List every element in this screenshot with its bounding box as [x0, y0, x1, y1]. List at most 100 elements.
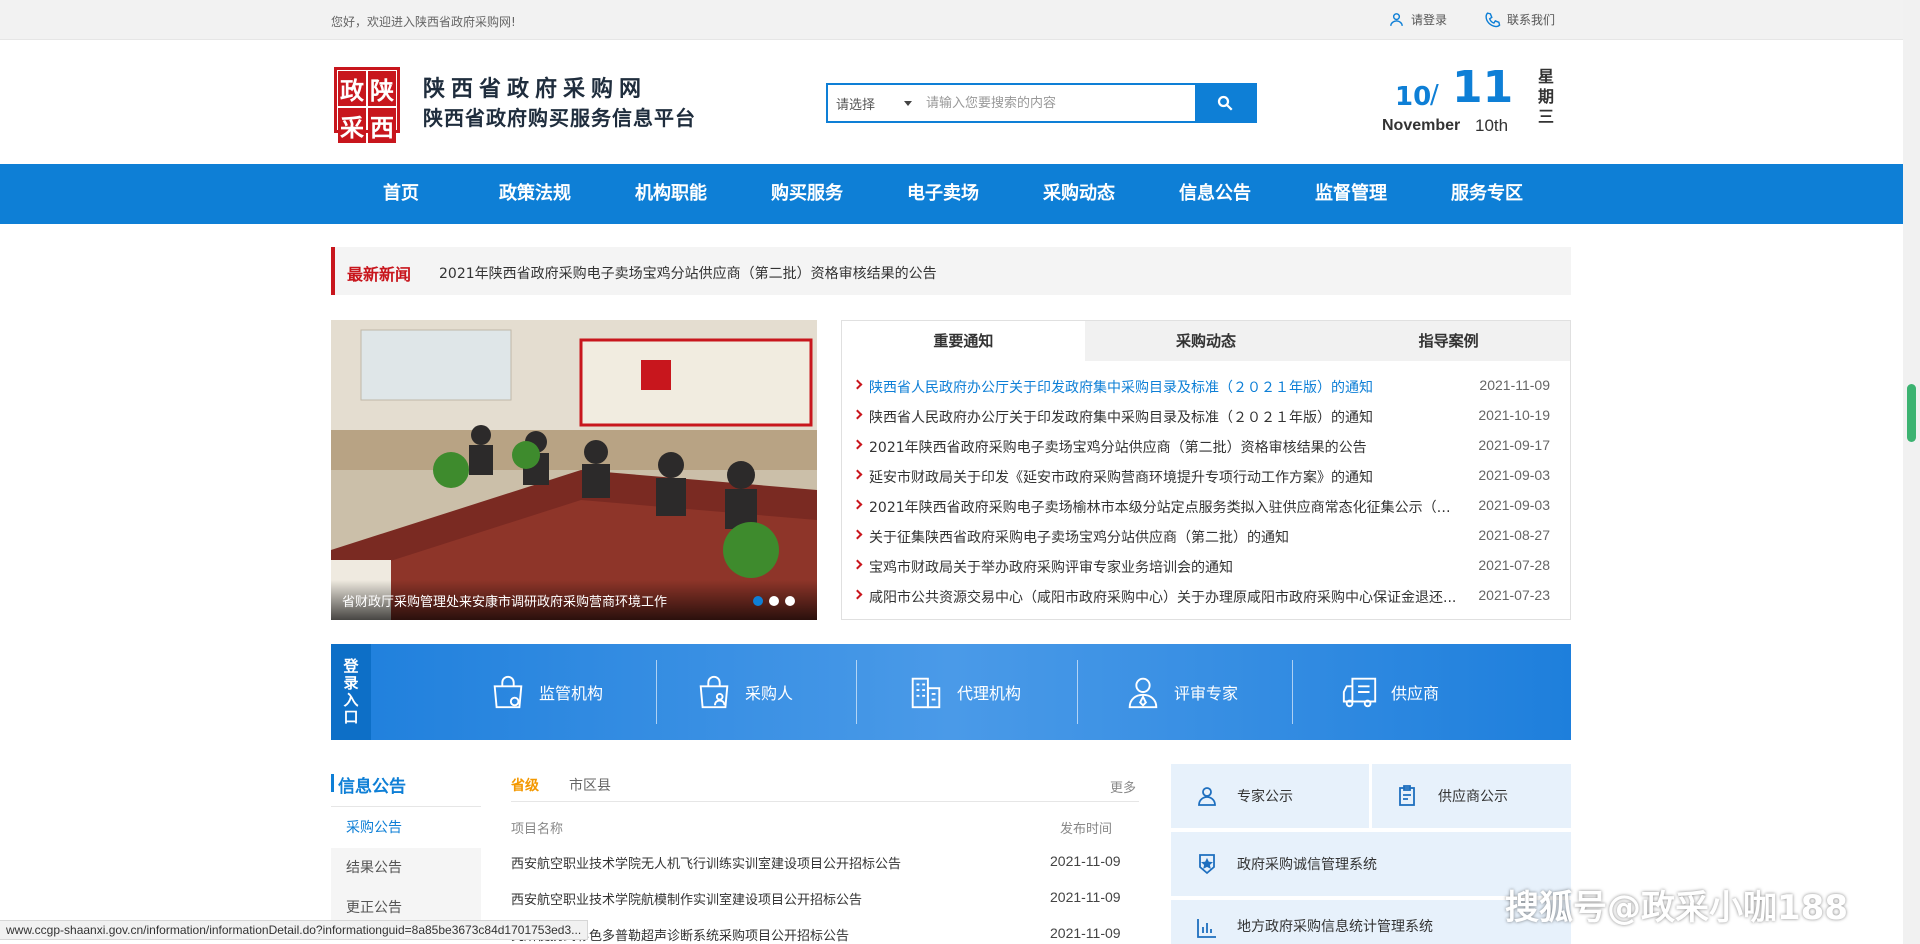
divider [331, 806, 481, 807]
notice-date: 2021-08-27 [1478, 527, 1550, 543]
search-button[interactable] [1195, 85, 1255, 121]
carousel-dot[interactable] [785, 596, 795, 606]
divider [1292, 660, 1293, 724]
chevron-right-icon [852, 559, 863, 570]
info-section-title: 信息公告 [331, 772, 406, 797]
building-icon [911, 677, 941, 709]
more-link[interactable]: 更多 [1110, 777, 1136, 796]
notice-list: 陕西省人民政府办公厅关于印发政府集中采购目录及标准（２０２１年版）的通知 2021… [842, 361, 1570, 611]
notice-panel: 重要通知 采购动态 指导案例 陕西省人民政府办公厅关于印发政府集中采购目录及标准… [841, 320, 1571, 620]
notice-item[interactable]: 陕西省人民政府办公厅关于印发政府集中采购目录及标准（２０２１年版）的通知 2021… [842, 401, 1570, 431]
notice-title[interactable]: 延安市财政局关于印发《延安市政府采购营商环境提升专项行动工作方案》的通知 [869, 467, 1459, 487]
entry-supplier[interactable]: 供应商 [1341, 644, 1439, 740]
notice-date: 2021-07-28 [1478, 557, 1550, 573]
notice-title[interactable]: 关于征集陕西省政府采购电子卖场宝鸡分站供应商（第二批）的通知 [869, 527, 1459, 547]
notice-title[interactable]: 咸阳市公共资源交易中心（咸阳市政府采购中心）关于办理原咸阳市政府采购中心保证金退… [869, 587, 1459, 607]
meeting-photo [331, 320, 817, 620]
side-menu-result-notice[interactable]: 结果公告 [331, 848, 481, 888]
search-select-label: 请选择 [836, 97, 876, 113]
entry-label-text: 采购人 [745, 684, 794, 703]
date-weekday: 星期三 [1538, 67, 1555, 126]
site-logo[interactable]: 政 陕 采 西 [334, 67, 400, 143]
notice-title[interactable]: 陕西省人民政府办公厅关于印发政府集中采购目录及标准（２０２１年版）的通知 [869, 377, 1459, 397]
search-icon [1217, 95, 1233, 111]
latest-news-label: 最新新闻 [330, 247, 411, 295]
tab-procurement-dynamics[interactable]: 采购动态 [1085, 321, 1328, 361]
nav-item-supervision[interactable]: 监督管理 [1315, 164, 1387, 224]
nav-item-purchase-service[interactable]: 购买服务 [771, 164, 843, 224]
welcome-text: 您好，欢迎进入陕西省政府采购网! [331, 15, 516, 29]
date-slash: / [1430, 80, 1439, 110]
entry-purchaser[interactable]: 采购人 [695, 644, 793, 740]
bag-lock-icon [493, 675, 523, 709]
notice-item[interactable]: 咸阳市公共资源交易中心（咸阳市政府采购中心）关于办理原咸阳市政府采购中心保证金退… [842, 581, 1570, 611]
scrollbar-thumb[interactable] [1907, 384, 1916, 442]
search-category-select[interactable]: 请选择 [828, 85, 920, 121]
bar-chart-icon [1197, 919, 1216, 938]
page-scrollbar[interactable] [1903, 0, 1920, 944]
truck-icon [1342, 677, 1377, 708]
carousel-dot[interactable] [753, 596, 763, 606]
info-row-date: 2021-11-09 [1050, 889, 1121, 905]
notice-date: 2021-11-09 [1479, 377, 1550, 393]
nav-item-e-mall[interactable]: 电子卖场 [907, 164, 979, 224]
nav-item-policy[interactable]: 政策法规 [499, 164, 571, 224]
notice-item[interactable]: 关于征集陕西省政府采购电子卖场宝鸡分站供应商（第二批）的通知 2021-08-27 [842, 521, 1570, 551]
notice-item[interactable]: 2021年陕西省政府采购电子卖场宝鸡分站供应商（第二批）资格审核结果的公告 202… [842, 431, 1570, 461]
notice-item[interactable]: 延安市财政局关于印发《延安市政府采购营商环境提升专项行动工作方案》的通知 2021… [842, 461, 1570, 491]
divider [511, 801, 1139, 802]
nav-item-service-zone[interactable]: 服务专区 [1451, 164, 1523, 224]
quick-link-supplier-publicity[interactable]: 供应商公示 [1372, 764, 1571, 828]
latest-news-bar: 最新新闻 2021年陕西省政府采购电子卖场宝鸡分站供应商（第二批）资格审核结果的… [330, 247, 1571, 295]
info-row-title[interactable]: 西安航空职业技术学院航模制作实训室建设项目公开招标公告 [511, 889, 862, 908]
notice-title[interactable]: 陕西省人民政府办公厅关于印发政府集中采购目录及标准（２０２１年版）的通知 [869, 407, 1459, 427]
notice-title[interactable]: 2021年陕西省政府采购电子卖场榆林市本级分站定点服务类拟入驻供应商常态化征集公… [869, 497, 1459, 517]
expert-icon [1198, 787, 1216, 806]
nav-item-dynamics[interactable]: 采购动态 [1043, 164, 1115, 224]
column-header-date: 发布时间 [1060, 822, 1113, 837]
carousel-caption[interactable]: 省财政厅采购管理处来安康市调研政府采购营商环境工作 [342, 591, 667, 610]
info-sub-tabs: 省级 市区县 [511, 775, 611, 795]
info-row-date: 2021-11-09 [1050, 853, 1121, 869]
main-nav: 首页 政策法规 机构职能 购买服务 电子卖场 采购动态 信息公告 监督管理 服务… [0, 164, 1903, 224]
tab-guidance-cases[interactable]: 指导案例 [1327, 321, 1570, 361]
login-link[interactable]: 请登录 [1388, 11, 1447, 28]
nav-item-announcements[interactable]: 信息公告 [1179, 164, 1251, 224]
quick-link-label: 供应商公示 [1438, 789, 1508, 805]
entry-label-text: 代理机构 [957, 684, 1022, 703]
nav-item-functions[interactable]: 机构职能 [635, 164, 707, 224]
sub-tab-province[interactable]: 省级 [511, 775, 539, 795]
notice-item[interactable]: 陕西省人民政府办公厅关于印发政府集中采购目录及标准（２０２１年版）的通知 2021… [842, 371, 1570, 401]
latest-news-link[interactable]: 2021年陕西省政府采购电子卖场宝鸡分站供应商（第二批）资格审核结果的公告 [439, 263, 937, 283]
carousel-dots [753, 596, 795, 606]
notice-tabs: 重要通知 采购动态 指导案例 [842, 321, 1570, 361]
date-month: 10 [1395, 82, 1432, 112]
carousel-dot[interactable] [769, 596, 779, 606]
info-row-title[interactable]: 西安航空职业技术学院无人机飞行训练实训室建设项目公开招标公告 [511, 853, 901, 872]
search-input[interactable] [920, 85, 1195, 121]
side-menu-procurement-notice[interactable]: 采购公告 [331, 808, 481, 848]
date-day: 11 [1452, 62, 1514, 113]
entry-expert[interactable]: 评审专家 [1124, 644, 1238, 740]
nav-item-home[interactable]: 首页 [383, 164, 419, 224]
watermark: 搜狐号@政采小咖188 [1505, 888, 1848, 928]
notice-date: 2021-10-19 [1478, 407, 1550, 423]
entry-agency[interactable]: 代理机构 [907, 644, 1021, 740]
entry-supervisor[interactable]: 监管机构 [489, 644, 603, 740]
quick-link-expert-publicity[interactable]: 专家公示 [1171, 764, 1369, 828]
sub-tab-city-county[interactable]: 市区县 [569, 775, 611, 795]
notice-item[interactable]: 2021年陕西省政府采购电子卖场榆林市本级分站定点服务类拟入驻供应商常态化征集公… [842, 491, 1570, 521]
site-name: 陕西省政府采购网 [423, 77, 648, 102]
logo-char: 陕 [368, 71, 396, 106]
notice-date: 2021-09-17 [1478, 437, 1550, 453]
contact-link[interactable]: 联系我们 [1484, 11, 1555, 28]
chevron-right-icon [852, 409, 863, 420]
notice-title[interactable]: 宝鸡市财政局关于举办政府采购评审专家业务培训会的通知 [869, 557, 1459, 577]
tab-important-notice[interactable]: 重要通知 [842, 321, 1085, 361]
notice-title[interactable]: 2021年陕西省政府采购电子卖场宝鸡分站供应商（第二批）资格审核结果的公告 [869, 437, 1459, 457]
login-label: 请登录 [1411, 13, 1448, 27]
notice-item[interactable]: 宝鸡市财政局关于举办政府采购评审专家业务培训会的通知 2021-07-28 [842, 551, 1570, 581]
status-url: www.ccgp-shaanxi.gov.cn/information/info… [0, 920, 589, 940]
quick-link-label: 地方政府采购信息统计管理系统 [1237, 919, 1433, 935]
news-carousel[interactable]: 省财政厅采购管理处来安康市调研政府采购营商环境工作 [331, 320, 817, 620]
